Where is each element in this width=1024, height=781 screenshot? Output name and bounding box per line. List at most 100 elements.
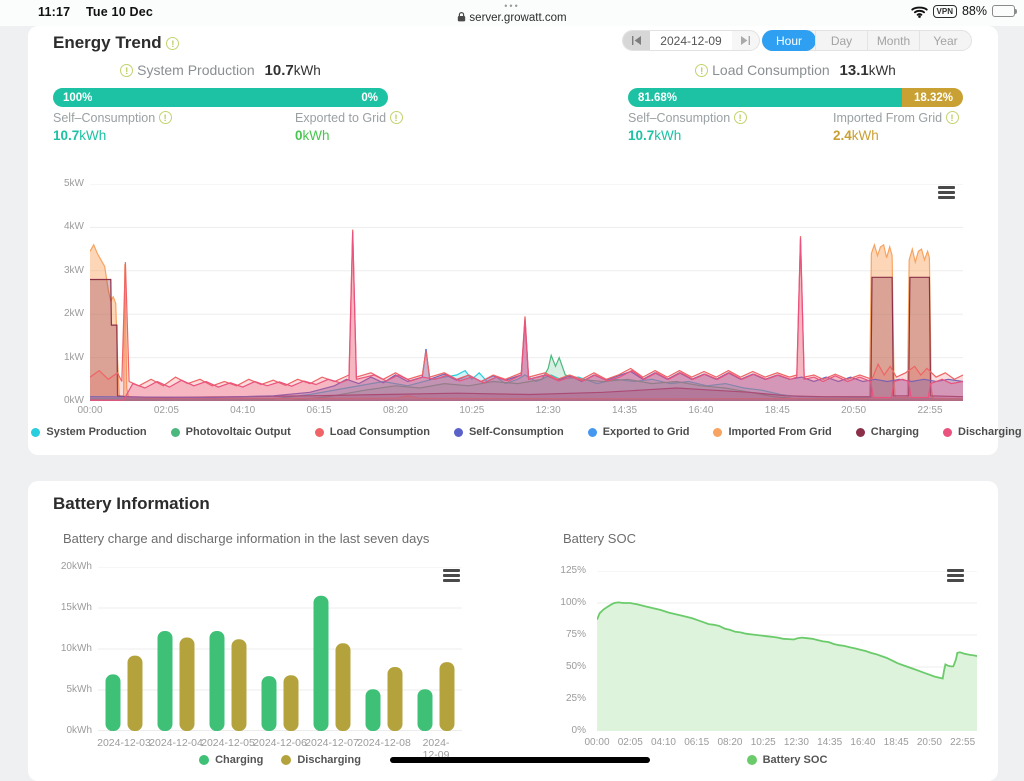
- axis-tick-label: 10:25: [751, 737, 776, 748]
- energy-chart-menu-icon[interactable]: [938, 186, 955, 199]
- self-consumption-label: Self–Consumption: [53, 111, 155, 125]
- bar-charging[interactable]: [158, 631, 173, 731]
- self-consumption-info-icon[interactable]: !: [159, 111, 172, 124]
- time-range-tabs: Hour Day Month Year: [762, 30, 972, 51]
- axis-tick-label: 08:20: [383, 405, 408, 416]
- axis-tick-label: 06:15: [684, 737, 709, 748]
- axis-tick-label: 25%: [28, 693, 586, 704]
- axis-tick-label: 16:40: [850, 737, 875, 748]
- bar-discharging[interactable]: [336, 643, 351, 731]
- axis-tick-label: 02:05: [154, 405, 179, 416]
- exported-pct: 0%: [361, 92, 378, 104]
- imported-segment: 18.32%: [902, 88, 963, 107]
- legend-item[interactable]: Load Consumption: [315, 426, 430, 438]
- bar-discharging[interactable]: [180, 638, 195, 732]
- imported-value: 2.4: [833, 128, 852, 143]
- url-text: server.growatt.com: [469, 12, 566, 24]
- axis-tick-label: 100%: [28, 597, 586, 608]
- axis-tick-label: 2024-12-08: [357, 737, 411, 749]
- exported-value: 0: [295, 128, 303, 143]
- tab-day[interactable]: Day: [815, 31, 867, 50]
- self-consumption-pct: 100%: [63, 92, 92, 104]
- self-consumption-block: Self–Consumption ! 10.7kWh: [53, 111, 172, 143]
- legend-label: Charging: [871, 426, 919, 438]
- axis-tick-label: 00:00: [77, 405, 102, 416]
- system-production-unit: kWh: [294, 63, 321, 78]
- battery-bar-chart-subtitle: Battery charge and discharge information…: [63, 531, 429, 546]
- axis-tick-label: 22:55: [917, 405, 942, 416]
- home-indicator[interactable]: [390, 757, 650, 763]
- legend-item[interactable]: Discharging: [943, 426, 1022, 438]
- system-production-info-icon[interactable]: !: [120, 64, 133, 77]
- legend-item[interactable]: System Production: [31, 426, 146, 438]
- vpn-badge: VPN: [933, 5, 957, 18]
- url-bar[interactable]: server.growatt.com: [0, 12, 1024, 24]
- energy-trend-info-icon[interactable]: !: [166, 37, 179, 50]
- tab-hour[interactable]: Hour: [762, 30, 816, 51]
- legend-dot: [747, 755, 757, 765]
- legend-dot: [454, 428, 463, 437]
- axis-tick-label: 12:30: [784, 737, 809, 748]
- axis-tick-label: 04:10: [651, 737, 676, 748]
- consumption-split-bar: 81.68% 18.32%: [628, 88, 963, 107]
- bar-discharging[interactable]: [232, 639, 247, 731]
- self-consumption-label: Self–Consumption: [628, 111, 730, 125]
- legend-label: Discharging: [297, 754, 361, 766]
- exported-label: Exported to Grid: [295, 111, 386, 125]
- legend-label: Charging: [215, 754, 263, 766]
- axis-tick-label: 02:05: [618, 737, 643, 748]
- energy-trend-chart[interactable]: [90, 184, 963, 401]
- exported-info-icon[interactable]: !: [390, 111, 403, 124]
- axis-tick-label: 125%: [28, 565, 586, 576]
- next-day-icon: [740, 36, 751, 45]
- legend-item[interactable]: Charging: [856, 426, 919, 438]
- axis-tick-label: 12:30: [536, 405, 561, 416]
- battery-information-card: Battery Information Battery charge and d…: [28, 481, 998, 781]
- date-value[interactable]: 2024-12-09: [650, 31, 732, 50]
- self-consumption-unit: kWh: [79, 128, 106, 143]
- imported-info-icon[interactable]: !: [946, 111, 959, 124]
- axis-tick-label: 18:45: [765, 405, 790, 416]
- axis-tick-label: 2024-12-03: [97, 737, 151, 749]
- axis-tick-label: 20:50: [841, 405, 866, 416]
- axis-tick-label: 2024-12-05: [201, 737, 255, 749]
- load-consumption-info-icon[interactable]: !: [695, 64, 708, 77]
- legend-dot: [713, 428, 722, 437]
- legend-item[interactable]: Photovoltaic Output: [171, 426, 291, 438]
- prev-day-icon: [631, 36, 642, 45]
- legend-dot: [315, 428, 324, 437]
- legend-dot: [171, 428, 180, 437]
- axis-tick-label: 22:55: [950, 737, 975, 748]
- battery-icon: [992, 5, 1015, 17]
- legend-dot: [199, 755, 209, 765]
- battery-soc-menu-icon[interactable]: [947, 569, 964, 582]
- wifi-icon: [911, 5, 928, 18]
- legend-item[interactable]: Exported to Grid: [588, 426, 690, 438]
- legend-item[interactable]: Charging: [199, 754, 263, 766]
- axis-tick-label: 16:40: [688, 405, 713, 416]
- axis-tick-label: 2024-12-07: [305, 737, 359, 749]
- legend-item[interactable]: Discharging: [281, 754, 361, 766]
- battery-information-title: Battery Information: [53, 494, 210, 514]
- legend-item[interactable]: Self-Consumption: [454, 426, 564, 438]
- system-production-label: System Production: [137, 62, 255, 78]
- safari-tab-dots[interactable]: •••: [0, 1, 1024, 11]
- legend-label: Exported to Grid: [603, 426, 690, 438]
- legend-item[interactable]: Imported From Grid: [713, 426, 831, 438]
- battery-soc-legend: Battery SOC: [597, 754, 977, 766]
- battery-bar-chart[interactable]: [98, 567, 462, 731]
- legend-label: Photovoltaic Output: [186, 426, 291, 438]
- battery-soc-chart[interactable]: [597, 571, 977, 731]
- axis-tick-label: 0kW: [28, 395, 84, 406]
- bar-charging[interactable]: [210, 631, 225, 731]
- date-next-button[interactable]: [732, 31, 759, 50]
- ipad-status-bar: 11:17 Tue 10 Dec ••• server.growatt.com …: [0, 0, 1024, 26]
- tab-month[interactable]: Month: [867, 31, 919, 50]
- legend-item[interactable]: Battery SOC: [747, 754, 828, 766]
- date-prev-button[interactable]: [623, 31, 650, 50]
- tab-year[interactable]: Year: [919, 31, 971, 50]
- axis-tick-label: 3kW: [28, 265, 84, 276]
- load-consumption-unit: kWh: [869, 63, 896, 78]
- load-consumption-value: 13.1: [840, 62, 869, 79]
- self-consumption-info-icon[interactable]: !: [734, 111, 747, 124]
